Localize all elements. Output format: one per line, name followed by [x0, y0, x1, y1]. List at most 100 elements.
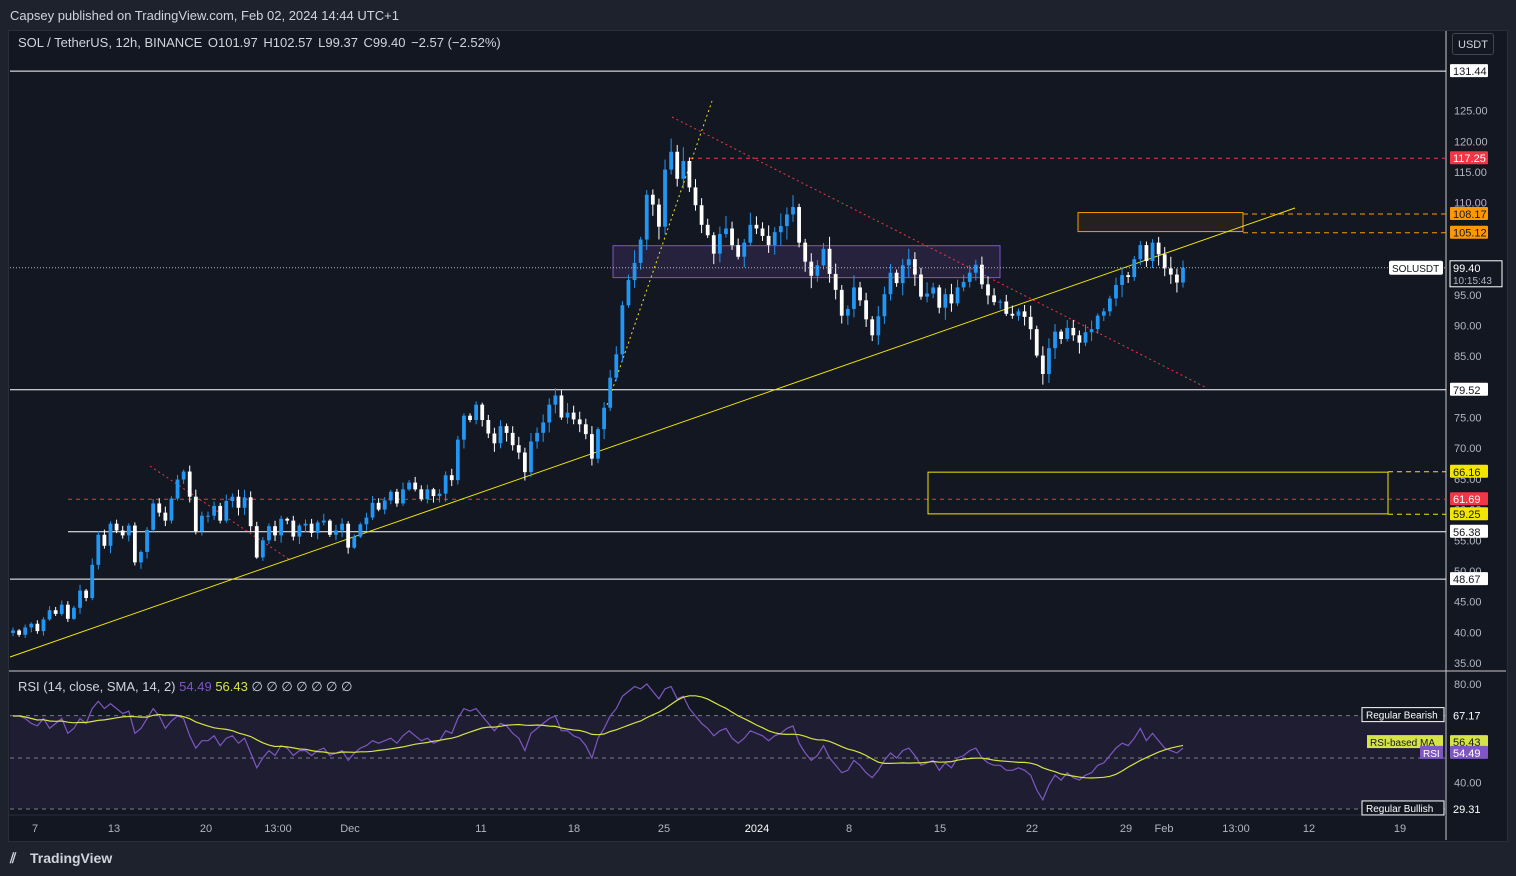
price-tick-label: 35.00	[1454, 658, 1482, 670]
level-price-label: 61.69	[1453, 494, 1481, 506]
candle	[614, 346, 619, 382]
rsi-label[interactable]: RSI (14, close, SMA, 14, 2)	[18, 679, 176, 694]
last-price-value: 99.40	[1453, 263, 1481, 275]
candle-body	[96, 534, 101, 565]
candle	[181, 469, 186, 484]
candle-body	[291, 520, 296, 537]
candle-body	[23, 627, 28, 635]
candle-body	[1089, 329, 1094, 333]
price-tick-label: 120.00	[1454, 136, 1488, 148]
candle	[407, 479, 411, 491]
currency-button[interactable]: USDT	[1452, 33, 1494, 55]
candle-body	[321, 520, 326, 523]
candle-body	[254, 526, 259, 558]
candle	[425, 484, 430, 504]
candle-body	[455, 439, 460, 481]
bar-countdown: 10:15:43	[1453, 276, 1492, 287]
candle	[114, 519, 119, 534]
candle-body	[973, 264, 978, 273]
candle-body	[522, 452, 527, 473]
candle	[1181, 260, 1185, 288]
yellow-zone	[927, 471, 1389, 515]
candle-body	[236, 496, 241, 508]
time-tick-label: 12	[1303, 823, 1315, 835]
candle-body	[663, 169, 667, 227]
candle-body	[11, 630, 15, 633]
candle	[84, 588, 89, 602]
candle-body	[260, 540, 265, 558]
candle-body	[145, 529, 149, 552]
candle	[657, 198, 661, 240]
candle-body	[41, 619, 46, 632]
candle	[449, 468, 454, 487]
candle	[193, 489, 198, 535]
time-tick-label: Dec	[340, 823, 360, 835]
candle	[998, 299, 1003, 310]
candle-body	[102, 534, 107, 546]
candle-body	[699, 205, 704, 225]
candle-body	[486, 419, 491, 434]
candle-body	[1071, 327, 1076, 336]
ohlc-open: O101.97	[207, 35, 258, 50]
candle-body	[980, 264, 984, 285]
candle	[1083, 324, 1088, 347]
candle	[565, 402, 570, 424]
candle-body	[1126, 275, 1131, 277]
candle-body	[273, 526, 277, 536]
candle-body	[504, 426, 509, 433]
candle	[1150, 239, 1155, 269]
candle	[650, 189, 655, 216]
symbol-pair[interactable]: SOL / TetherUS, 12h, BINANCE	[18, 35, 202, 50]
candle	[943, 288, 948, 320]
candle	[206, 511, 210, 523]
candle-body	[559, 395, 564, 418]
candle	[303, 519, 308, 533]
candle	[59, 600, 64, 616]
time-tick-label: 22	[1026, 823, 1038, 835]
candle	[236, 489, 241, 516]
candle-body	[47, 610, 52, 620]
candle-body	[492, 433, 497, 444]
candle	[486, 414, 491, 439]
candle	[413, 476, 418, 492]
candle-body	[449, 475, 454, 481]
candle-body	[376, 502, 381, 510]
chart-canvas[interactable]: 35.0040.0045.0050.0055.0060.0065.0070.00…	[0, 0, 1516, 876]
candle	[340, 518, 344, 538]
candles-group	[11, 138, 1185, 638]
candle-body	[906, 259, 911, 266]
time-tick-label: 13:00	[1222, 823, 1250, 835]
candle-body	[839, 289, 844, 316]
candle	[358, 522, 363, 539]
candle	[1089, 320, 1094, 342]
candle-body	[541, 422, 546, 433]
candle	[949, 283, 954, 312]
candle-body	[1181, 267, 1185, 283]
candle-body	[778, 226, 783, 233]
candle-body	[388, 491, 393, 501]
candle	[882, 286, 887, 324]
candle-body	[772, 232, 777, 246]
candle-body	[84, 590, 89, 598]
candle	[1107, 295, 1112, 317]
candle	[785, 207, 789, 240]
candle-body	[163, 512, 168, 521]
candle-body	[1053, 331, 1057, 349]
candle-body	[852, 287, 856, 309]
ohlc-change: −2.57 (−2.52%)	[411, 35, 501, 50]
candle	[78, 584, 82, 614]
candle-body	[943, 294, 948, 308]
orange-zone	[1077, 212, 1244, 233]
candle	[187, 465, 192, 503]
candle-body	[998, 301, 1003, 303]
candle	[1156, 236, 1161, 266]
price-tick-label: 125.00	[1454, 106, 1488, 118]
price-tick-label: 95.00	[1454, 290, 1482, 302]
candle	[96, 530, 101, 570]
candle	[876, 306, 881, 345]
candle-body	[809, 261, 814, 276]
candle	[462, 413, 466, 449]
tradingview-logo[interactable]: ⫽ TradingView	[10, 850, 112, 867]
candle	[72, 605, 76, 621]
candle-body	[912, 259, 917, 275]
